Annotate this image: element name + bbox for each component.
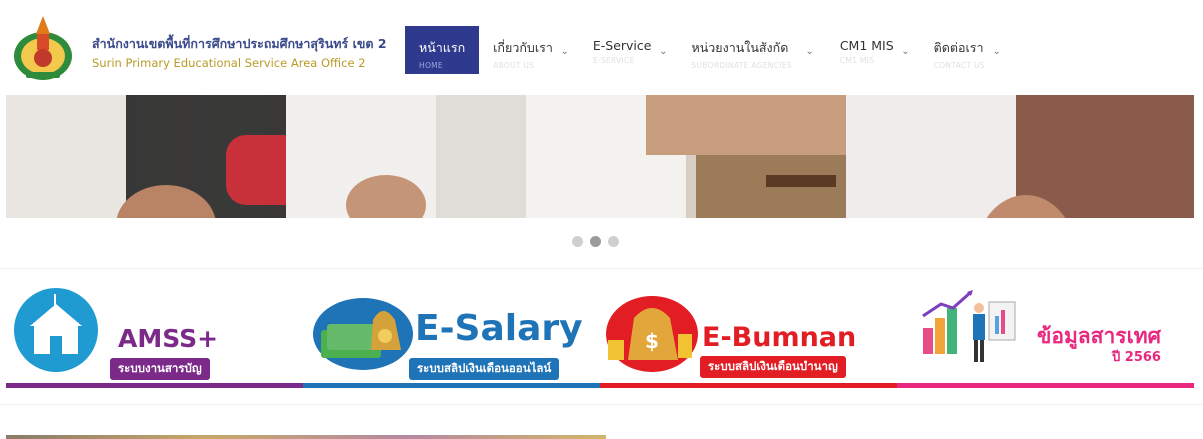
hero-slider-image[interactable]: [6, 95, 1194, 218]
slider-dot-active[interactable]: [590, 236, 601, 247]
coin-bag-icon: $: [606, 296, 698, 372]
site-header: สำนักงานเขตพื้นที่การศึกษาประถมศึกษาสุริ…: [0, 0, 1203, 92]
chevron-down-icon: ⌄: [659, 46, 668, 57]
divider: [0, 404, 1203, 405]
nav-label: ติดต่อเรา: [933, 40, 984, 55]
slider-dot[interactable]: [608, 236, 619, 247]
students-photo: [6, 95, 1194, 218]
service-subtitle: ระบบสลิปเงินเดือนออนไลน์: [409, 358, 560, 380]
nav-item-home[interactable]: หน้าแรก HOME: [405, 26, 480, 74]
bar-chart-presenter-icon: [922, 290, 1016, 362]
chevron-down-icon: ⌄: [560, 46, 569, 57]
brand-text[interactable]: สำนักงานเขตพื้นที่การศึกษาประถมศึกษาสุริ…: [92, 34, 387, 70]
nav-label: E-Service: [592, 38, 652, 53]
nav-sublabel: E-SERVICE: [592, 56, 635, 65]
service-subtitle: ระบบงานสารบัญ: [110, 358, 210, 380]
service-underline: [897, 383, 1194, 388]
school-crest-icon[interactable]: [12, 12, 74, 84]
service-title: E-Salary: [415, 308, 583, 349]
brand-title-english: Surin Primary Educational Service Area O…: [92, 56, 366, 70]
nav-item-about[interactable]: เกี่ยวกับเรา ABOUT US ⌄: [479, 26, 579, 74]
nav-sublabel: SUBORDINATE AGENCIES: [691, 61, 792, 70]
nav-label: หน้าแรก: [419, 40, 466, 55]
service-title: E-Bumnan: [702, 322, 857, 353]
next-section-image-edge: [6, 435, 606, 439]
nav-label: CM1 MIS: [839, 38, 894, 53]
nav-item-cm1-mis[interactable]: CM1 MIS CM1 MIS ⌄: [826, 26, 920, 74]
money-bag-icon: [313, 298, 413, 370]
service-underline: [600, 383, 897, 388]
chevron-down-icon: ⌄: [901, 46, 910, 57]
service-amss[interactable]: AMSS+ ระบบงานสารบัญ: [6, 286, 303, 388]
nav-sublabel: HOME: [419, 61, 443, 70]
nav-item-agencies[interactable]: หน่วยงานในสังกัด SUBORDINATE AGENCIES ⌄: [677, 26, 825, 74]
divider: [0, 268, 1203, 269]
svg-text:$: $: [645, 329, 659, 353]
nav-label: หน่วยงานในสังกัด: [691, 40, 789, 55]
service-info-data[interactable]: ข้อมูลสารเทศ ปี 2566: [897, 286, 1194, 388]
service-e-salary[interactable]: E-Salary ระบบสลิปเงินเดือนออนไลน์: [303, 286, 600, 388]
brand-title-thai: สำนักงานเขตพื้นที่การศึกษาประถมศึกษาสุริ…: [92, 36, 387, 51]
service-underline: [303, 383, 600, 388]
nav-sublabel: CONTACT US: [933, 61, 985, 70]
school-building-icon: [14, 288, 98, 372]
chevron-down-icon: ⌄: [992, 46, 1001, 57]
main-nav: หน้าแรก HOME เกี่ยวกับเรา ABOUT US ⌄ E-S…: [405, 26, 1011, 74]
nav-sublabel: CM1 MIS: [839, 56, 875, 65]
service-links: AMSS+ ระบบงานสารบัญ E-Salary ระบบสลิปเงิ…: [6, 286, 1194, 388]
slider-dots: [572, 236, 619, 247]
chevron-down-icon: ⌄: [805, 46, 814, 57]
service-underline: [6, 383, 303, 388]
service-e-bumnan[interactable]: $ E-Bumnan ระบบสลิปเงินเดือนบำนาญ: [600, 286, 897, 388]
nav-label: เกี่ยวกับเรา: [493, 40, 553, 55]
slider-dot[interactable]: [572, 236, 583, 247]
service-subtitle: ระบบสลิปเงินเดือนบำนาญ: [700, 356, 846, 378]
nav-item-eservice[interactable]: E-Service E-SERVICE ⌄: [579, 26, 678, 74]
nav-item-contact[interactable]: ติดต่อเรา CONTACT US ⌄: [920, 26, 1011, 74]
service-year: ปี 2566: [1112, 350, 1161, 365]
nav-sublabel: ABOUT US: [493, 61, 535, 70]
service-title: AMSS+: [118, 324, 219, 353]
